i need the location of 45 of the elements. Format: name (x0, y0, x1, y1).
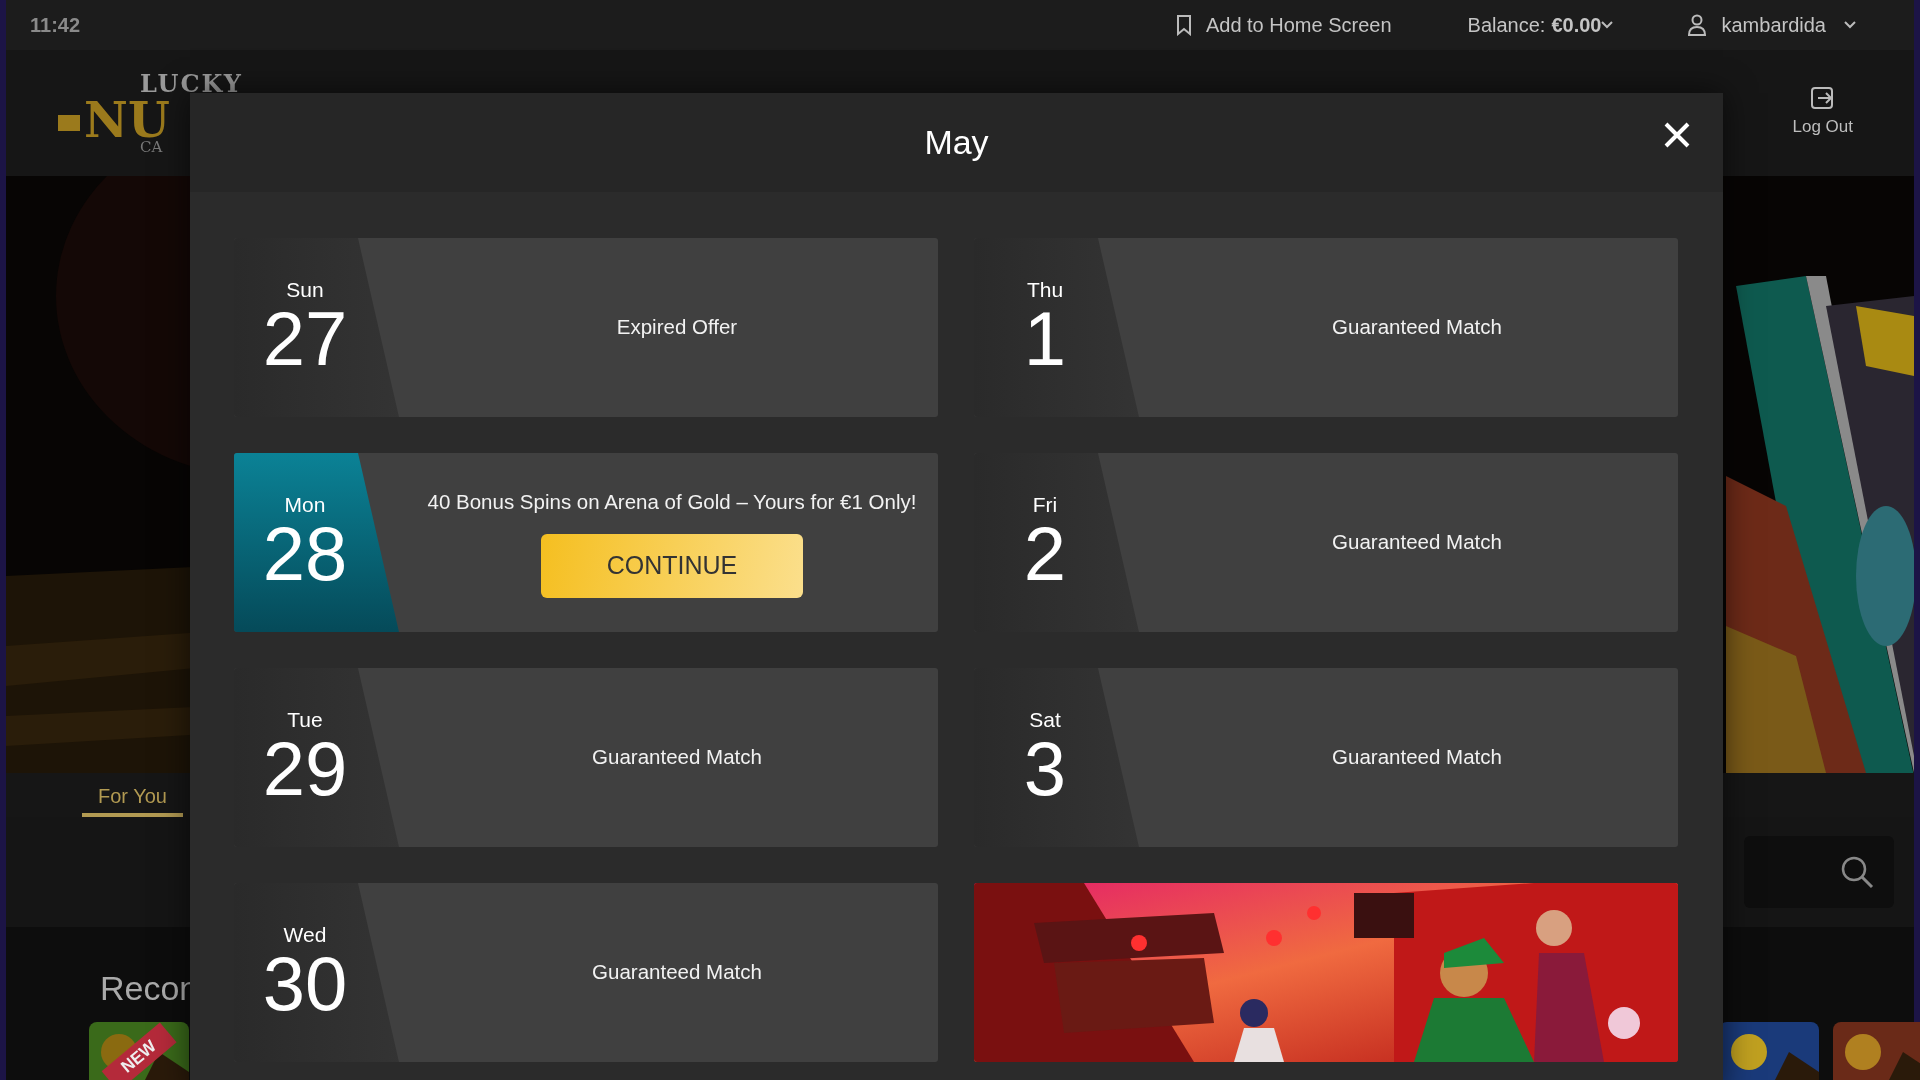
username[interactable]: kambardida (1721, 10, 1826, 40)
bookmark-icon (1175, 14, 1192, 36)
continue-button[interactable]: CONTINUE (541, 533, 803, 598)
offer-text: Guaranteed Match (592, 744, 762, 771)
day-card[interactable]: Mon 28 40 Bonus Spins on Arena of Gold – Yours for €1 Only! CONTINUE (234, 453, 938, 632)
day-card[interactable]: Sat 3 Guaranteed Match (974, 668, 1678, 847)
caret-icon[interactable] (1844, 21, 1856, 29)
day-number: 1 (1023, 301, 1067, 378)
weekday-label: Fri (1032, 492, 1058, 517)
balance-value: €0.00 (1551, 13, 1602, 38)
day-number: 28 (262, 516, 348, 593)
offer-text: Guaranteed Match (592, 959, 762, 986)
logout-icon (1809, 86, 1836, 111)
weekday-label: Sun (286, 277, 324, 302)
logo-bar (58, 115, 80, 131)
day-number: 30 (262, 946, 348, 1023)
day-card[interactable]: Wed 30 Guaranteed Match (234, 883, 938, 1062)
day-card[interactable]: Tue 29 Guaranteed Match (234, 668, 938, 847)
dialog-title: May (924, 122, 989, 163)
offer-text: Guaranteed Match (1332, 314, 1502, 341)
day-number: 27 (262, 301, 348, 378)
offer-text: Expired Offer (616, 314, 738, 341)
weekday-label: Thu (1026, 277, 1064, 302)
offer-text: 40 Bonus Spins on Arena of Gold – Yours for €1 Only! (427, 489, 917, 516)
balance-label: Balance: (1467, 13, 1546, 38)
offer-text: Guaranteed Match (1332, 744, 1502, 771)
day-card[interactable]: Fri 2 Guaranteed Match (974, 453, 1678, 632)
weekday-label: Tue (287, 707, 323, 732)
day-number: 2 (1023, 516, 1067, 593)
search-icon[interactable] (1840, 855, 1874, 889)
logout-button[interactable]: Log Out (1786, 85, 1859, 141)
caret-icon[interactable] (1601, 21, 1614, 29)
weekday-label: Sat (1029, 707, 1061, 732)
weekday-label: Wed (283, 922, 327, 947)
day-number: 3 (1023, 731, 1067, 808)
offer-text: Guaranteed Match (1332, 529, 1502, 556)
day-card[interactable]: Thu 1 Guaranteed Match (974, 238, 1678, 417)
user-icon (1687, 14, 1708, 36)
add-to-home-link[interactable]: Add to Home Screen (1205, 10, 1392, 40)
weekday-label: Mon (284, 492, 326, 517)
day-number: 29 (262, 731, 348, 808)
search-field[interactable] (1744, 836, 1894, 908)
status-time: 11:42 (30, 13, 81, 38)
logo-text: LUCKY (140, 71, 243, 96)
day-card[interactable]: Sun 27 Expired Offer (234, 238, 938, 417)
